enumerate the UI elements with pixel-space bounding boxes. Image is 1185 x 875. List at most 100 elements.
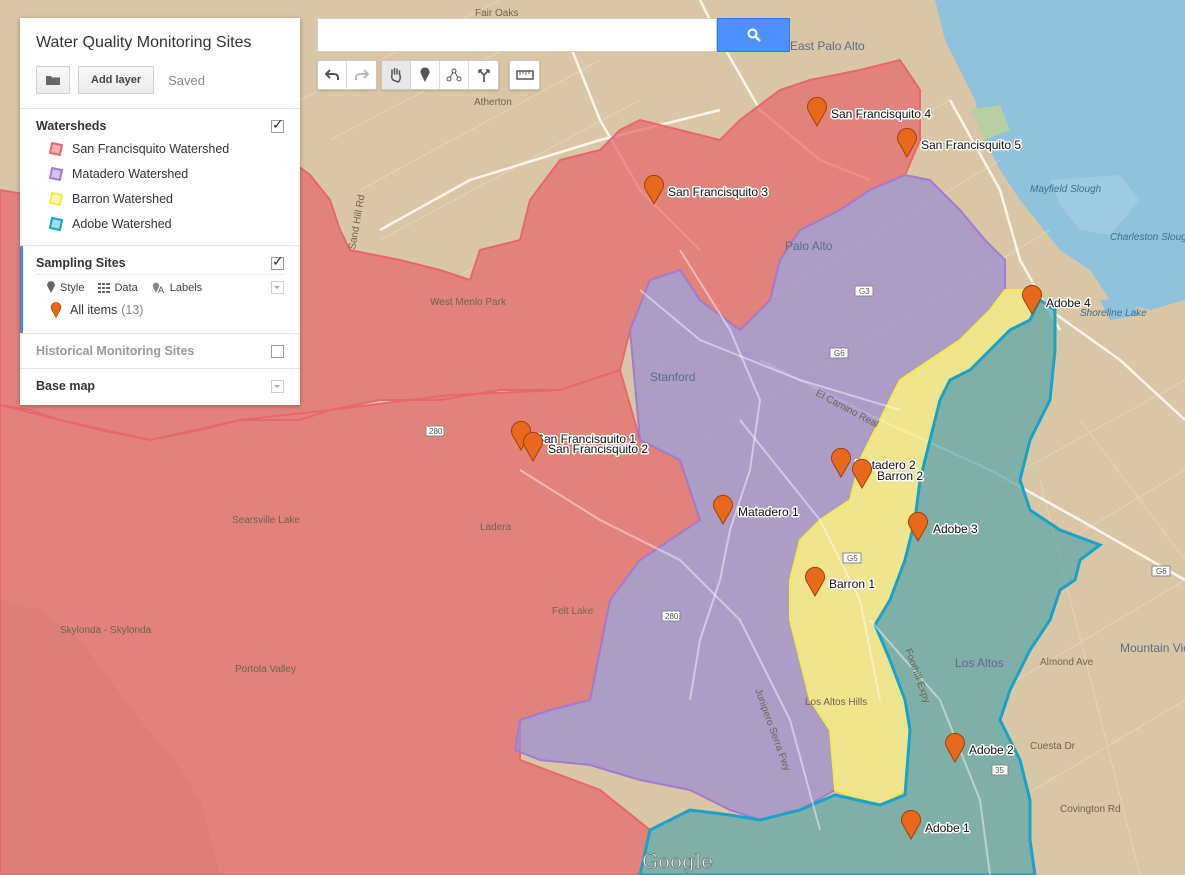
label-skylonda: Skylonda - Skylonda — [60, 625, 152, 636]
legend-item-barron[interactable]: Barron Watershed — [20, 187, 300, 212]
label-covington-rd: Covington Rd — [1060, 804, 1121, 815]
data-label: Data — [114, 281, 138, 294]
measure-button[interactable] — [510, 61, 539, 89]
label-felt-lake: Felt Lake — [552, 606, 594, 617]
svg-text:G6: G6 — [834, 349, 845, 358]
layer-base-map: Base map — [20, 369, 300, 405]
site-label: Barron 2 — [877, 469, 923, 483]
svg-text:280: 280 — [665, 612, 679, 621]
legend-label: San Francisquito Watershed — [72, 142, 230, 156]
label-east-palo-alto: East Palo Alto — [790, 39, 865, 53]
directions-icon — [477, 69, 490, 82]
layer-title-historical[interactable]: Historical Monitoring Sites — [36, 344, 194, 358]
layer-visibility-checkbox-watersheds[interactable] — [271, 116, 284, 133]
undo-icon — [325, 69, 339, 80]
search-button[interactable] — [717, 18, 790, 52]
active-layer-indicator — [20, 246, 23, 333]
site-label: Adobe 4 — [1046, 296, 1091, 310]
add-marker-button[interactable] — [411, 61, 440, 89]
label-stanford: Stanford — [650, 370, 695, 384]
label-los-altos-hills: Los Altos Hills — [805, 697, 867, 708]
labels-label: Labels — [169, 281, 203, 294]
label-mountain-view: Mountain View — [1120, 641, 1185, 655]
layer-visibility-checkbox-historical[interactable] — [271, 344, 284, 358]
legend-label: Matadero Watershed — [72, 167, 189, 181]
undo-button[interactable] — [318, 61, 347, 89]
hand-icon — [390, 67, 401, 83]
ruler-icon — [515, 70, 534, 80]
legend-item-san-francisquito[interactable]: San Francisquito Watershed — [20, 137, 300, 162]
table-icon — [98, 282, 111, 293]
svg-text:35: 35 — [995, 766, 1004, 775]
label-mayfield-slough: Mayfield Slough — [1030, 184, 1102, 195]
style-label: Style — [60, 281, 85, 294]
polygon-swatch-icon — [48, 166, 64, 182]
site-label: San Francisquito 3 — [668, 185, 768, 199]
site-label: Adobe 1 — [925, 821, 970, 835]
layers-panel: Water Quality Monitoring Sites Add layer… — [20, 18, 300, 405]
google-logo: Google — [642, 849, 713, 873]
labels-icon: A — [152, 282, 164, 294]
style-marker-icon — [47, 281, 55, 293]
svg-text:280: 280 — [429, 427, 443, 436]
edit-toolbar — [381, 60, 499, 90]
polygon-swatch-icon — [48, 216, 64, 232]
open-map-button[interactable] — [36, 66, 70, 94]
site-label: Adobe 3 — [933, 522, 978, 536]
svg-text:G6: G6 — [1156, 567, 1167, 576]
pan-button[interactable] — [382, 61, 411, 89]
draw-line-icon — [446, 68, 462, 82]
all-items-row[interactable]: All items (13) — [20, 298, 300, 323]
map-title[interactable]: Water Quality Monitoring Sites — [36, 34, 284, 52]
layer-watersheds: Watersheds San Francisquito Watershed Ma… — [20, 109, 300, 246]
labels-button[interactable]: A Labels — [152, 281, 202, 294]
layer-visibility-checkbox-sampling-sites[interactable] — [271, 253, 284, 270]
search-input[interactable] — [317, 18, 717, 52]
site-label: San Francisquito 4 — [831, 107, 931, 121]
add-layer-button[interactable]: Add layer — [78, 66, 155, 94]
measure-toolbar — [509, 60, 540, 90]
layer-options-dropdown[interactable] — [271, 281, 284, 294]
label-charleston-slough: Charleston Slough — [1110, 232, 1185, 243]
label-atherton: Atherton — [474, 97, 512, 108]
layer-historical-sites: Historical Monitoring Sites — [20, 334, 300, 369]
item-count: (13) — [121, 303, 144, 317]
label-portola-valley: Portola Valley — [235, 664, 296, 675]
orange-pin-icon — [50, 302, 62, 318]
redo-icon — [354, 69, 369, 80]
legend-label: Barron Watershed — [72, 192, 173, 206]
site-label: San Francisquito 5 — [921, 138, 1021, 152]
svg-text:A: A — [158, 285, 164, 294]
site-label: Matadero 1 — [738, 505, 799, 519]
label-ladera: Ladera — [480, 522, 512, 533]
label-almond-ave: Almond Ave — [1040, 657, 1094, 668]
base-map-dropdown[interactable] — [271, 379, 284, 393]
data-button[interactable]: Data — [98, 281, 138, 294]
legend-item-adobe[interactable]: Adobe Watershed — [20, 212, 300, 237]
draw-line-button[interactable] — [440, 61, 469, 89]
legend-label: Adobe Watershed — [72, 217, 172, 231]
save-status: Saved — [168, 72, 206, 88]
legend-item-matadero[interactable]: Matadero Watershed — [20, 162, 300, 187]
polygon-swatch-icon — [48, 141, 64, 157]
label-searsville-lake: Searsville Lake — [232, 515, 300, 526]
layer-sampling-sites: Sampling Sites Style Data A Labels All i… — [20, 246, 300, 334]
layer-title-base-map[interactable]: Base map — [36, 379, 95, 393]
all-items-label: All items — [70, 303, 118, 317]
label-palo-alto: Palo Alto — [785, 239, 833, 253]
label-los-altos: Los Altos — [955, 656, 1004, 670]
label-cuesta-dr: Cuesta Dr — [1030, 741, 1076, 752]
svg-text:G3: G3 — [859, 287, 870, 296]
directions-button[interactable] — [469, 61, 498, 89]
label-west-menlo-park: West Menlo Park — [430, 297, 507, 308]
site-label: Adobe 2 — [969, 743, 1014, 757]
site-label: San Francisquito 2 — [548, 442, 648, 456]
search-icon — [747, 28, 761, 42]
history-toolbar — [317, 60, 377, 90]
svg-text:G5: G5 — [847, 554, 858, 563]
layer-title-sampling-sites[interactable]: Sampling Sites — [36, 256, 126, 270]
site-label: Barron 1 — [829, 577, 875, 591]
layer-title-watersheds[interactable]: Watersheds — [36, 119, 106, 133]
style-button[interactable]: Style — [46, 281, 84, 294]
redo-button[interactable] — [347, 61, 376, 89]
